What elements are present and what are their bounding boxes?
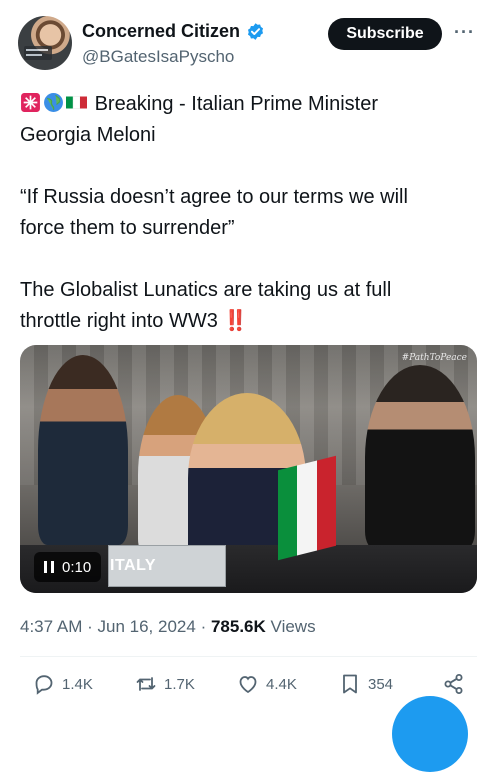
share-button[interactable] (442, 672, 466, 696)
bookmark-count: 354 (368, 675, 394, 693)
reply-count: 1.4K (62, 675, 93, 693)
tweet-quote-1: “If Russia doesn’t agree to our terms we… (20, 186, 408, 208)
tweet-line-1-text: Breaking - Italian Prime Minister (94, 93, 378, 115)
meta-separator-2: · (200, 617, 207, 636)
views-count: 785.6K (210, 617, 266, 636)
video-time-pill[interactable]: 0:10 (34, 552, 102, 582)
more-icon[interactable]: ··· (454, 22, 475, 43)
verified-badge-icon (248, 23, 264, 40)
repost-button[interactable]: 1.7K (134, 672, 195, 696)
italy-flag-icon (278, 455, 336, 561)
views-label: Views (270, 617, 316, 636)
avatar[interactable] (18, 16, 72, 70)
italy-flag-emoji-icon (66, 96, 87, 109)
video-watermark: #PathToPeace (401, 353, 467, 363)
globe-emoji-icon (44, 93, 63, 112)
like-button[interactable]: 4.4K (236, 672, 297, 696)
tweet-date[interactable]: Jun 16, 2024 (98, 617, 196, 636)
meta-separator-1: · (87, 617, 93, 636)
divider (20, 656, 477, 657)
video-nameplate: ITALY (110, 557, 157, 574)
tweet-text: Breaking - Italian Prime Minister Georgi… (20, 89, 480, 337)
heart-icon (239, 676, 257, 694)
tweet-line-1: Breaking - Italian Prime Minister (20, 89, 480, 120)
tweet-time[interactable]: 4:37 AM (20, 617, 82, 636)
like-count: 4.4K (266, 675, 297, 693)
compose-fab-button[interactable] (392, 696, 468, 772)
tweet-comment-1: The Globalist Lunatics are taking us at … (20, 279, 392, 301)
reply-icon (35, 675, 53, 695)
bookmark-button[interactable]: 354 (338, 672, 393, 696)
video-player[interactable]: #PathToPeace 0:10 ITALY (20, 345, 477, 593)
tweet-comment-2: throttle right into WW3 ‼️ (20, 306, 480, 337)
repost-count: 1.7K (164, 675, 195, 693)
author-display-name[interactable]: Concerned Citizen (82, 21, 240, 42)
author-handle[interactable]: @BGatesIsaPyscho (82, 47, 234, 67)
siren-emoji-icon (21, 93, 40, 112)
subscribe-button[interactable]: Subscribe (328, 18, 442, 50)
tweet-quote-2: force them to surrender” (20, 217, 235, 239)
author-name-row[interactable]: Concerned Citizen (82, 21, 265, 42)
video-time: 0:10 (62, 558, 92, 576)
bookmark-icon (343, 674, 357, 694)
action-bar: 1.4K 1.7K 4.4K 354 (20, 672, 477, 706)
share-icon (444, 674, 463, 694)
tweet-meta: 4:37 AM · Jun 16, 2024 · 785.6K Views (20, 617, 316, 637)
tweet-comment-2-text: throttle right into WW3 (20, 310, 218, 332)
tweet-line-2: Georgia Meloni (20, 124, 156, 146)
repost-icon (136, 677, 156, 691)
reply-button[interactable]: 1.4K (32, 672, 93, 696)
double-exclamation-emoji: ‼️ (223, 310, 248, 332)
pause-icon[interactable] (44, 561, 54, 573)
